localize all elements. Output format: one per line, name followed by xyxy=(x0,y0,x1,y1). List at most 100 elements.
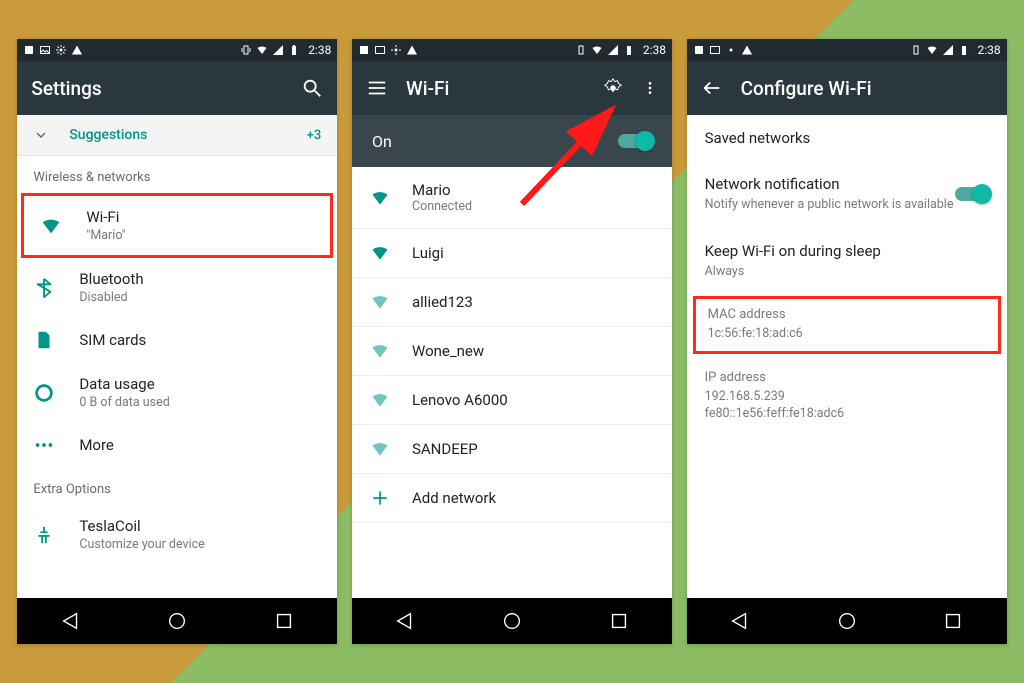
label: MAC address xyxy=(708,307,986,322)
back-arrow-icon[interactable] xyxy=(701,77,723,99)
value: Always xyxy=(705,263,989,281)
ssid: Lenovo A6000 xyxy=(412,391,508,409)
warning-icon xyxy=(406,44,418,56)
ssid: SANDEEP xyxy=(412,440,478,458)
back-button[interactable] xyxy=(729,610,751,632)
item-label: Wi-Fi xyxy=(86,208,125,226)
home-button[interactable] xyxy=(836,610,858,632)
page-title: Configure Wi-Fi xyxy=(741,77,993,100)
suggestions-row[interactable]: Suggestions +3 xyxy=(17,115,337,156)
gear-icon xyxy=(390,44,402,56)
network-item[interactable]: MarioConnected xyxy=(352,167,672,229)
wifi-icon xyxy=(256,44,268,56)
android-nav-bar xyxy=(17,598,337,644)
settings-item-teslacoil[interactable]: TeslaCoil Customize your device xyxy=(17,505,337,564)
item-label: Bluetooth xyxy=(79,270,143,288)
overflow-icon[interactable] xyxy=(642,77,658,99)
section-header-extra: Extra Options xyxy=(17,468,337,505)
suggestions-label: Suggestions xyxy=(69,127,306,143)
search-icon[interactable] xyxy=(301,77,323,99)
label: Saved networks xyxy=(705,129,989,147)
plus-icon xyxy=(370,488,390,508)
gear-icon xyxy=(55,44,67,56)
wifi-icon xyxy=(591,44,603,56)
settings-item-bluetooth[interactable]: Bluetooth Disabled xyxy=(17,258,337,317)
network-notification-row[interactable]: Network notification Notify whenever a p… xyxy=(687,161,1007,228)
more-icon xyxy=(33,434,55,456)
signal-icon xyxy=(272,44,284,56)
status-bar: 2:38 xyxy=(352,39,672,61)
recents-button[interactable] xyxy=(608,610,630,632)
phone-settings: 2:38 Settings Suggestions +3 Wireless & … xyxy=(17,39,337,644)
app-icon xyxy=(23,44,35,56)
network-item[interactable]: Luigi xyxy=(352,229,672,278)
home-button[interactable] xyxy=(501,610,523,632)
gear-icon xyxy=(725,44,737,56)
wifi-signal-icon xyxy=(370,439,390,459)
section-header-wireless: Wireless & networks xyxy=(17,156,337,193)
teslacoil-icon xyxy=(33,524,55,546)
saved-networks-row[interactable]: Saved networks xyxy=(687,115,1007,161)
gear-icon[interactable] xyxy=(602,77,624,99)
sim-icon xyxy=(33,329,55,351)
item-label: TeslaCoil xyxy=(79,517,204,535)
hamburger-icon[interactable] xyxy=(366,77,388,99)
network-item[interactable]: Lenovo A6000 xyxy=(352,376,672,425)
status: Connected xyxy=(412,199,472,214)
wifi-toggle-row[interactable]: On xyxy=(352,115,672,167)
toggle-switch[interactable] xyxy=(955,187,989,201)
data-usage-icon xyxy=(33,382,55,404)
item-sub: 0 B of data used xyxy=(79,395,169,410)
settings-item-sim[interactable]: SIM cards xyxy=(17,317,337,363)
wifi-icon xyxy=(40,215,62,237)
label: IP address xyxy=(705,370,989,385)
network-item[interactable]: Wone_new xyxy=(352,327,672,376)
recents-button[interactable] xyxy=(273,610,295,632)
recents-button[interactable] xyxy=(942,610,964,632)
clock: 2:38 xyxy=(643,43,666,57)
network-list: MarioConnected Luigi allied123 Wone_new … xyxy=(352,167,672,598)
wifi-icon xyxy=(926,44,938,56)
home-button[interactable] xyxy=(166,610,188,632)
item-sub: Disabled xyxy=(79,290,143,305)
keep-wifi-sleep-row[interactable]: Keep Wi-Fi on during sleep Always xyxy=(687,228,1007,295)
app-icon xyxy=(693,44,705,56)
toggle-label: On xyxy=(372,132,618,151)
network-item[interactable]: allied123 xyxy=(352,278,672,327)
page-title: Wi-Fi xyxy=(406,77,584,100)
app-icon xyxy=(358,44,370,56)
clock: 2:38 xyxy=(978,43,1001,57)
ssid: Mario xyxy=(412,181,472,199)
label: Add network xyxy=(412,489,496,507)
signal-icon xyxy=(607,44,619,56)
item-label: SIM cards xyxy=(79,331,146,349)
network-item[interactable]: SANDEEP xyxy=(352,425,672,474)
status-bar: 2:38 xyxy=(17,39,337,61)
image-icon xyxy=(39,44,51,56)
settings-item-more[interactable]: More xyxy=(17,422,337,468)
settings-list: Suggestions +3 Wireless & networks Wi-Fi… xyxy=(17,115,337,598)
label: Keep Wi-Fi on during sleep xyxy=(705,242,989,260)
back-button[interactable] xyxy=(60,610,82,632)
settings-item-wifi[interactable]: Wi-Fi "Mario" xyxy=(21,193,333,258)
clock: 2:38 xyxy=(308,43,331,57)
phone-wifi: 2:38 Wi-Fi On MarioConnected Luigi allie… xyxy=(352,39,672,644)
add-network[interactable]: Add network xyxy=(352,474,672,523)
toggle-switch[interactable] xyxy=(618,134,652,148)
ssid: Luigi xyxy=(412,244,444,262)
ip-address-row: IP address 192.168.5.239 fe80::1e56:feff… xyxy=(687,356,1007,437)
ssid: allied123 xyxy=(412,293,473,311)
sub: Notify whenever a public network is avai… xyxy=(705,196,955,214)
back-button[interactable] xyxy=(394,610,416,632)
vibrate-icon xyxy=(240,44,252,56)
image-icon xyxy=(374,44,386,56)
vibrate-icon xyxy=(575,44,587,56)
mac-address-row: MAC address 1c:56:fe:18:ad:c6 xyxy=(693,296,1001,354)
battery-icon xyxy=(958,44,970,56)
settings-item-data[interactable]: Data usage 0 B of data used xyxy=(17,363,337,422)
wifi-signal-icon xyxy=(370,390,390,410)
ssid: Wone_new xyxy=(412,342,484,360)
configure-list: Saved networks Network notification Noti… xyxy=(687,115,1007,598)
wifi-signal-icon xyxy=(370,188,390,208)
page-title: Settings xyxy=(31,77,283,100)
